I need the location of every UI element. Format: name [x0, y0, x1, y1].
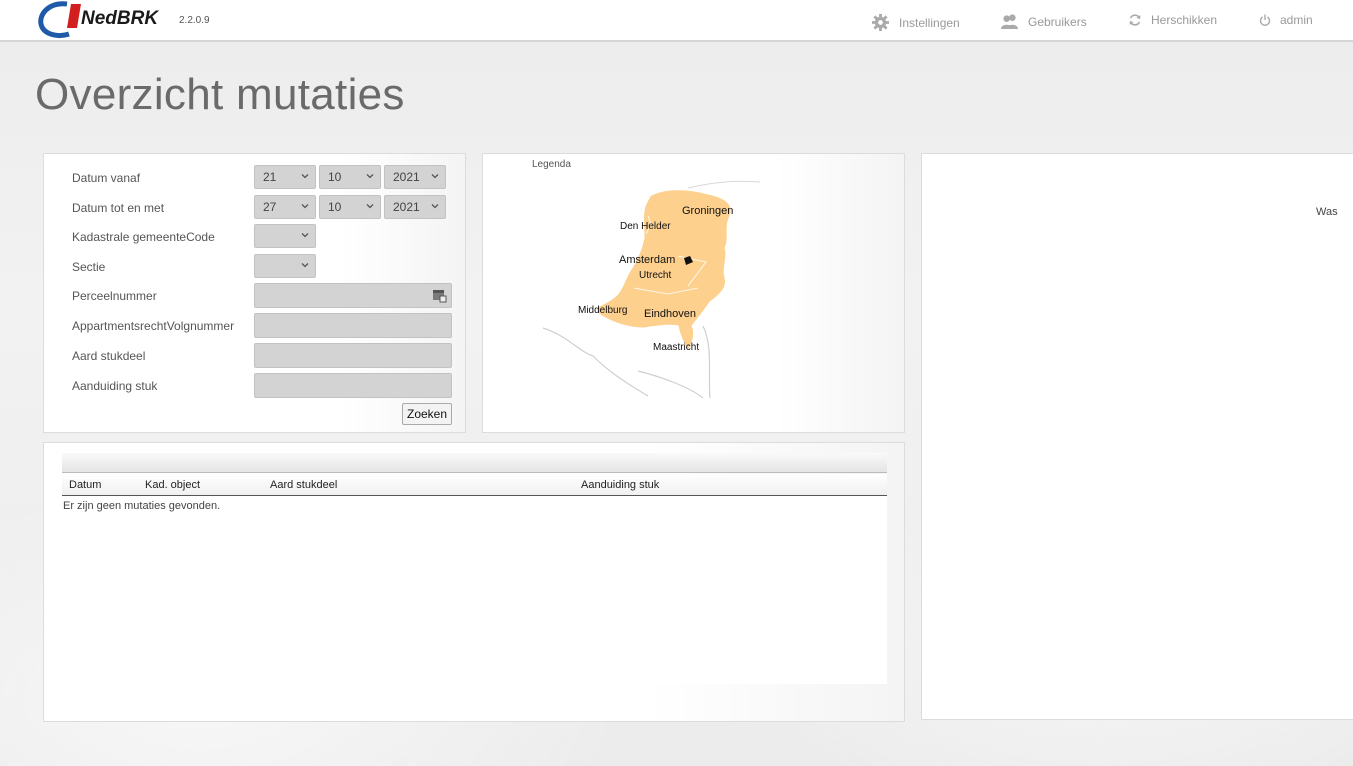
was-label: Was	[1316, 206, 1338, 218]
gemeente-select[interactable]	[254, 224, 316, 248]
refresh-icon	[1129, 14, 1141, 26]
aard-label: Aard stukdeel	[72, 349, 146, 363]
chevron-down-icon	[431, 204, 439, 209]
netherlands-map[interactable]	[538, 176, 768, 401]
perceel-row: Perceelnummer	[44, 283, 465, 309]
chevron-down-icon	[431, 174, 439, 179]
perceel-input[interactable]	[254, 283, 452, 308]
column-header-datum[interactable]: Datum	[69, 479, 101, 491]
datum-vanaf-year-select[interactable]: 2021	[384, 165, 446, 189]
nedbrk-logo[interactable]: NedBRK	[37, 0, 162, 40]
results-panel: Datum Kad. object Aard stukdeel Aanduidi…	[43, 442, 905, 722]
nav-label: admin	[1280, 13, 1313, 27]
table-body: Er zijn geen mutaties gevonden.	[62, 496, 887, 684]
city-label-groningen: Groningen	[682, 205, 734, 217]
select-value: 27	[263, 200, 277, 214]
datum-tot-row: Datum tot en met 27 10 2021	[44, 195, 465, 221]
nav-gebruikers[interactable]: Gebruikers	[1000, 13, 1087, 30]
gear-icon	[871, 13, 890, 32]
appartement-label: AppartmentsrechtVolgnummer	[72, 319, 235, 333]
svg-text:NedBRK: NedBRK	[81, 8, 159, 29]
city-label-utrecht: Utrecht	[639, 270, 672, 281]
city-label-amsterdam: Amsterdam	[619, 254, 676, 266]
chevron-down-icon	[301, 233, 309, 238]
aanduiding-label: Aanduiding stuk	[72, 379, 158, 393]
datum-vanaf-row: Datum vanaf 21 10 2021	[44, 165, 465, 191]
detail-panel: Was	[921, 153, 1353, 720]
nav-label: Herschikken	[1151, 13, 1218, 27]
column-header-aanduiding-stuk[interactable]: Aanduiding stuk	[581, 479, 659, 491]
datum-tot-day-select[interactable]: 27	[254, 195, 316, 219]
datum-vanaf-month-select[interactable]: 10	[319, 165, 381, 189]
version-label: 2.2.0.9	[179, 15, 210, 26]
select-value: 2021	[393, 200, 420, 214]
page-title: Overzicht mutaties	[35, 70, 405, 119]
sectie-select[interactable]	[254, 254, 316, 278]
gemeente-row: Kadastrale gemeenteCode	[44, 224, 465, 250]
select-value: 10	[328, 170, 342, 184]
datum-tot-month-select[interactable]: 10	[319, 195, 381, 219]
chevron-down-icon	[301, 204, 309, 209]
sectie-row: Sectie	[44, 254, 465, 280]
appartement-row: AppartmentsrechtVolgnummer	[44, 313, 465, 339]
city-label-eindhoven: Eindhoven	[644, 308, 696, 320]
search-form-panel: Datum vanaf 21 10 2021 Datum tot en met …	[43, 153, 466, 433]
datum-tot-label: Datum tot en met	[72, 201, 165, 215]
zoeken-button[interactable]: Zoeken	[402, 403, 452, 425]
nav-label: Instellingen	[899, 15, 960, 30]
datum-tot-year-select[interactable]: 2021	[384, 195, 446, 219]
city-label-maastricht: Maastricht	[653, 342, 700, 353]
column-header-kad-object[interactable]: Kad. object	[145, 479, 200, 491]
datum-vanaf-day-select[interactable]: 21	[254, 165, 316, 189]
nav-herschikken[interactable]: Herschikken	[1128, 13, 1217, 27]
column-header-aard-stukdeel[interactable]: Aard stukdeel	[270, 479, 337, 491]
city-label-den-helder: Den Helder	[620, 221, 671, 232]
aanduiding-stuk-input[interactable]	[254, 373, 452, 398]
sectie-label: Sectie	[72, 260, 106, 274]
power-icon	[1259, 14, 1271, 26]
city-label-middelburg: Middelburg	[578, 305, 628, 316]
nav-admin[interactable]: admin	[1259, 13, 1313, 27]
select-value: 10	[328, 200, 342, 214]
appartement-input[interactable]	[254, 313, 452, 338]
lookup-icon[interactable]	[432, 288, 447, 303]
empty-message: Er zijn geen mutaties gevonden.	[63, 500, 221, 512]
select-value: 2021	[393, 170, 420, 184]
aanduiding-row: Aanduiding stuk	[44, 373, 465, 399]
nav-instellingen[interactable]: Instellingen	[871, 13, 960, 32]
select-value: 21	[263, 170, 277, 184]
chevron-down-icon	[366, 174, 374, 179]
perceel-label: Perceelnummer	[72, 289, 157, 303]
chevron-down-icon	[366, 204, 374, 209]
map-panel: Legenda Groningen Den Helder Amsterdam Utre…	[482, 153, 905, 433]
top-bar: NedBRK 2.2.0.9 Instellingen Gebruikers H…	[0, 0, 1353, 42]
aard-stukdeel-input[interactable]	[254, 343, 452, 368]
chevron-down-icon	[301, 174, 309, 179]
datum-vanaf-label: Datum vanaf	[72, 171, 141, 185]
table-toolbar	[62, 453, 887, 473]
aard-row: Aard stukdeel	[44, 343, 465, 369]
gemeente-label: Kadastrale gemeenteCode	[72, 230, 215, 244]
table-header: Datum Kad. object Aard stukdeel Aanduidi…	[62, 474, 887, 496]
users-icon	[1001, 14, 1018, 30]
nav-label: Gebruikers	[1028, 14, 1087, 29]
chevron-down-icon	[301, 263, 309, 268]
legend-label: Legenda	[532, 159, 571, 170]
